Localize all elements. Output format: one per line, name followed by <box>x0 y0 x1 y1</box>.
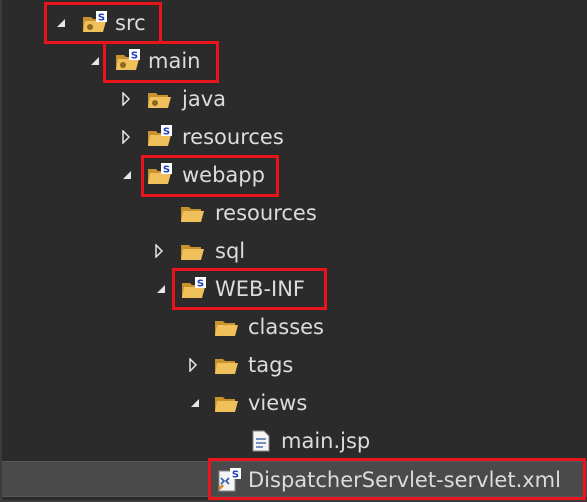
source-folder-icon: S <box>147 125 173 149</box>
tree-item-java[interactable]: java <box>2 81 587 117</box>
tree-item-src[interactable]: S src <box>2 5 587 41</box>
collapsed-arrow-icon[interactable] <box>186 347 200 383</box>
expanded-arrow-icon[interactable] <box>154 271 168 307</box>
source-folder-icon: S <box>181 277 207 301</box>
tree-item-label: webapp <box>182 163 265 187</box>
folder-icon <box>214 353 240 377</box>
jsp-file-icon <box>248 429 274 453</box>
tree-item-label: WEB-INF <box>215 277 305 301</box>
tree-item-label: resources <box>182 125 284 149</box>
tree-item-label: tags <box>248 353 294 377</box>
tree-item-resources[interactable]: S resources <box>2 119 587 155</box>
collapsed-arrow-icon[interactable] <box>119 81 133 117</box>
source-folder-icon: S <box>147 163 173 187</box>
source-folder-package-icon: S <box>115 49 141 73</box>
tree-item-web-inf[interactable]: S WEB-INF <box>2 271 587 307</box>
expanded-arrow-icon[interactable] <box>188 385 202 421</box>
svg-text:S: S <box>131 51 138 62</box>
tree-item-label: java <box>182 87 226 111</box>
svg-text:S: S <box>197 279 204 290</box>
source-folder-package-icon: S <box>82 11 108 35</box>
tree-item-tags[interactable]: tags <box>2 347 587 383</box>
tree-item-label: sql <box>215 239 246 263</box>
tree-item-views[interactable]: views <box>2 385 587 421</box>
tree-item-label: src <box>115 11 146 35</box>
project-explorer-tree: S src S main java S resources S webapp r… <box>0 0 587 502</box>
package-folder-icon <box>147 87 173 111</box>
tree-item-label: DispatcherServlet-servlet.xml <box>248 468 561 492</box>
tree-item-label: views <box>248 391 308 415</box>
svg-text:S: S <box>98 13 105 24</box>
svg-text:S: S <box>232 470 239 481</box>
tree-item-dispatcher-servlet-xml[interactable]: S DispatcherServlet-servlet.xml <box>2 461 587 497</box>
tree-item-webapp-resources[interactable]: resources <box>2 195 587 231</box>
collapsed-arrow-icon[interactable] <box>119 119 133 155</box>
folder-icon <box>180 201 206 225</box>
svg-text:S: S <box>163 127 170 138</box>
tree-item-webapp[interactable]: S webapp <box>2 157 587 193</box>
svg-text:S: S <box>163 165 170 176</box>
tree-item-label: main.jsp <box>281 429 371 453</box>
tree-item-label: main <box>148 49 201 73</box>
tree-item-label: classes <box>248 315 324 339</box>
expanded-arrow-icon[interactable] <box>88 43 102 79</box>
tree-item-main-jsp[interactable]: main.jsp <box>2 423 587 459</box>
tree-item-sql[interactable]: sql <box>2 233 587 269</box>
expanded-arrow-icon[interactable] <box>54 5 68 41</box>
folder-icon <box>214 315 240 339</box>
folder-icon <box>214 391 240 415</box>
spring-xml-file-icon: S <box>216 468 242 492</box>
tree-item-classes[interactable]: classes <box>2 309 587 345</box>
tree-item-main[interactable]: S main <box>2 43 587 79</box>
collapsed-arrow-icon[interactable] <box>152 233 166 269</box>
expanded-arrow-icon[interactable] <box>120 157 134 193</box>
folder-icon <box>180 239 206 263</box>
tree-item-label: resources <box>215 201 317 225</box>
